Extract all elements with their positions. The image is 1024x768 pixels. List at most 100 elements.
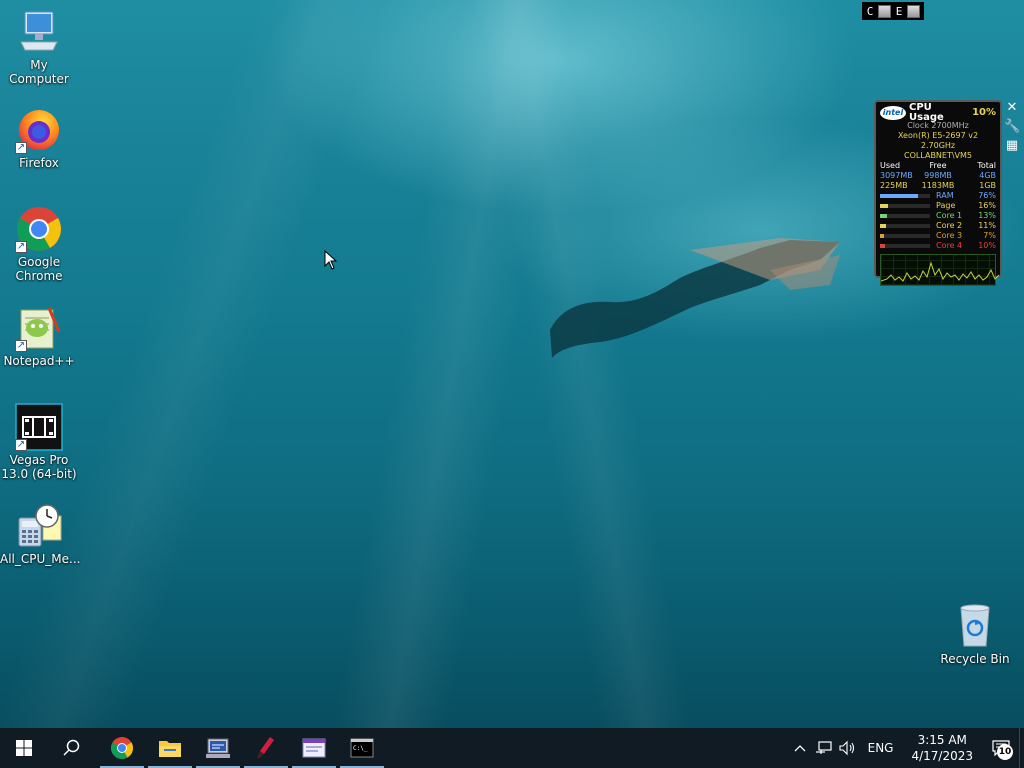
desktop-icon-label: All_CPU_Me... bbox=[0, 552, 81, 566]
desktop-icon-recycle-bin[interactable]: Recycle Bin bbox=[936, 602, 1014, 666]
mini-toolbar-window-icon[interactable] bbox=[907, 4, 920, 18]
mini-toolbar-e[interactable]: E bbox=[893, 5, 905, 18]
desktop-icon-all-cpu-meter[interactable]: All_CPU_Me... bbox=[0, 502, 81, 566]
mini-toolbar-c[interactable]: C bbox=[864, 5, 876, 18]
network-icon[interactable] bbox=[812, 728, 836, 768]
gadget-side-controls: ✕ 🔧 ▦ bbox=[1004, 100, 1022, 154]
cpu-usage-value: 10% bbox=[972, 107, 996, 118]
desktop-icon-label: My Computer bbox=[9, 58, 69, 86]
close-icon[interactable]: ✕ bbox=[1004, 100, 1020, 116]
meter-value: 16% bbox=[978, 201, 996, 210]
page-total: 1GB bbox=[979, 181, 997, 190]
search-icon bbox=[63, 739, 80, 756]
page-free: 1183MB bbox=[921, 181, 955, 190]
drag-handle-icon[interactable]: ▦ bbox=[1004, 138, 1020, 154]
shortcut-arrow-icon: ↗ bbox=[15, 340, 27, 352]
taskbar-network-app[interactable] bbox=[194, 728, 242, 768]
taskbar-file-explorer[interactable] bbox=[146, 728, 194, 768]
mini-toolbar: C E bbox=[862, 2, 924, 20]
meter-bar bbox=[880, 214, 930, 218]
meter-fill bbox=[880, 234, 884, 238]
page-used: 225MB bbox=[880, 181, 908, 190]
meter-label: Core 1 bbox=[936, 211, 963, 220]
mini-toolbar-window-icon[interactable] bbox=[878, 4, 891, 18]
cpu-model: Xeon(R) E5-2697 v2 2.70GHz bbox=[897, 131, 979, 150]
shortcut-arrow-icon: ↗ bbox=[15, 241, 27, 253]
volume-icon[interactable] bbox=[836, 728, 860, 768]
meter-bar bbox=[880, 224, 930, 228]
meter-row: Core 3 7% bbox=[880, 231, 996, 241]
meter-fill bbox=[880, 244, 885, 248]
wrench-icon[interactable]: 🔧 bbox=[1004, 119, 1020, 135]
action-center-button[interactable]: 10 bbox=[983, 728, 1019, 768]
header-free: Free bbox=[929, 161, 947, 170]
desktop-icon-label: Firefox bbox=[19, 156, 59, 170]
window-app-icon bbox=[302, 738, 326, 758]
meter-label: Page bbox=[936, 201, 956, 210]
desktop-icon-my-computer[interactable]: My Computer bbox=[0, 8, 78, 86]
meter-row: Page 16% bbox=[880, 201, 996, 211]
desktop-icon-label: Google Chrome bbox=[15, 255, 63, 283]
meter-value: 10% bbox=[978, 241, 996, 250]
intel-logo-icon: intel bbox=[880, 106, 906, 120]
paint-brush-icon bbox=[257, 737, 274, 759]
cpu-usage-gadget[interactable]: intel CPU Usage 10% Clock 2700MHz Xeon(R… bbox=[874, 100, 1002, 286]
meter-fill bbox=[880, 194, 918, 198]
meter-bar bbox=[880, 234, 930, 238]
meter-value: 7% bbox=[983, 231, 996, 240]
host-name: COLLABNET\VM5 bbox=[903, 151, 973, 160]
cpu-clock: Clock 2700MHz bbox=[907, 121, 969, 130]
taskbar: C:\_ ENG 3:15 AM 4/17/2023 10 bbox=[0, 728, 1024, 768]
wallpaper-swimmer bbox=[550, 238, 840, 358]
meter-bar bbox=[880, 204, 930, 208]
meter-fill bbox=[880, 214, 887, 218]
windows-logo-icon bbox=[16, 740, 32, 756]
desktop-icon-label: Recycle Bin bbox=[940, 652, 1010, 666]
taskbar-chrome[interactable] bbox=[98, 728, 146, 768]
meter-label: Core 4 bbox=[936, 241, 963, 250]
search-button[interactable] bbox=[48, 728, 96, 768]
show-hidden-icons-chevron-up-icon[interactable] bbox=[788, 728, 812, 768]
show-desktop-button[interactable] bbox=[1019, 728, 1024, 768]
computer-icon bbox=[20, 11, 58, 51]
meter-label: Core 2 bbox=[936, 221, 963, 230]
folder-icon bbox=[159, 741, 181, 757]
desktop-icon-firefox[interactable]: ↗ Firefox bbox=[0, 106, 78, 170]
clock-time: 3:15 AM bbox=[917, 733, 967, 747]
clock-date: 4/17/2023 bbox=[911, 749, 973, 763]
header-used: Used bbox=[880, 161, 901, 170]
memory-header-row: Used Free Total bbox=[880, 161, 996, 171]
desktop-icon-google-chrome[interactable]: ↗ Google Chrome bbox=[0, 205, 78, 283]
meter-row: Core 2 11% bbox=[880, 221, 996, 231]
meter-row: RAM 76% bbox=[880, 191, 996, 201]
cpu-history-line bbox=[880, 261, 1000, 282]
taskbar-window-app[interactable] bbox=[290, 728, 338, 768]
desktop-icon-label: Notepad++ bbox=[3, 354, 75, 368]
meter-bar bbox=[880, 194, 930, 198]
meter-row: Core 1 13% bbox=[880, 211, 996, 221]
meter-label: Core 3 bbox=[936, 231, 963, 240]
clock[interactable]: 3:15 AM 4/17/2023 bbox=[901, 732, 983, 764]
desktop-icon-notepadpp[interactable]: ↗ Notepad++ bbox=[0, 304, 78, 368]
taskbar-terminal[interactable]: C:\_ bbox=[338, 728, 386, 768]
desktop-icon-vegas-pro[interactable]: ↗ Vegas Pro 13.0 (64-bit) bbox=[0, 403, 78, 481]
meter-value: 13% bbox=[978, 211, 996, 220]
start-button[interactable] bbox=[0, 728, 48, 768]
cpu-meter-icon bbox=[18, 504, 62, 547]
meter-label: RAM bbox=[936, 191, 954, 200]
taskbar-paint-app[interactable] bbox=[242, 728, 290, 768]
meter-fill bbox=[880, 204, 888, 208]
desktop-icon-label: Vegas Pro 13.0 (64-bit) bbox=[1, 453, 77, 481]
system-tray: ENG 3:15 AM 4/17/2023 10 bbox=[788, 728, 1024, 768]
ram-total: 4GB bbox=[979, 171, 997, 180]
cpu-history-graph bbox=[880, 254, 1000, 286]
mouse-cursor-icon bbox=[324, 250, 338, 270]
header-total: Total bbox=[977, 161, 997, 170]
notification-count-badge: 10 bbox=[997, 744, 1013, 760]
shortcut-arrow-icon: ↗ bbox=[15, 439, 27, 451]
wallpaper-light-rays bbox=[0, 0, 1024, 728]
input-language[interactable]: ENG bbox=[860, 741, 902, 755]
ram-used: 3097MB bbox=[880, 171, 913, 180]
meter-value: 76% bbox=[978, 191, 996, 200]
gadget-title: CPU Usage bbox=[909, 102, 944, 123]
